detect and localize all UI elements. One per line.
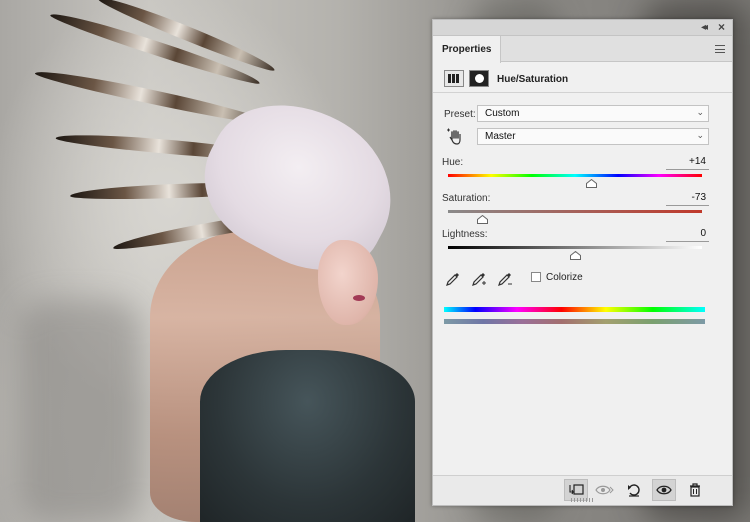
- eyedropper-icon[interactable]: [444, 270, 462, 288]
- double-chevron-right-icon[interactable]: ◂◂: [701, 22, 708, 33]
- properties-panel: ◂◂ × Properties Hue/Saturation Preset: C…: [432, 19, 733, 506]
- output-color-spectrum: [444, 319, 705, 324]
- trash-icon[interactable]: [683, 479, 707, 501]
- layer-mask-icon[interactable]: [469, 70, 489, 87]
- saturation-slider-track[interactable]: [448, 210, 702, 213]
- visibility-eye-icon[interactable]: [652, 479, 676, 501]
- colorize-checkbox[interactable]: [531, 272, 541, 282]
- lightness-label: Lightness:: [442, 229, 488, 240]
- preset-label: Preset:: [444, 109, 476, 120]
- panel-tab-bar: Properties: [433, 36, 732, 63]
- panel-menu-icon[interactable]: [715, 45, 725, 53]
- panel-resize-grip[interactable]: [571, 498, 593, 502]
- hue-saturation-adjustment-icon[interactable]: [444, 70, 464, 87]
- tab-properties-label: Properties: [442, 44, 492, 55]
- saturation-label: Saturation:: [442, 193, 491, 204]
- view-previous-state-icon[interactable]: [593, 479, 617, 501]
- reset-icon[interactable]: [622, 479, 646, 501]
- panel-title: Hue/Saturation: [497, 74, 569, 85]
- hue-value-field[interactable]: +14: [666, 156, 709, 170]
- targeted-adjustment-hand-icon[interactable]: [446, 128, 464, 146]
- lightness-value-field[interactable]: 0: [666, 228, 709, 242]
- channel-select[interactable]: Master ⌄: [477, 128, 709, 145]
- saturation-value-field[interactable]: -73: [666, 192, 709, 206]
- hue-label: Hue:: [442, 157, 464, 168]
- feather-garment: [200, 350, 415, 522]
- lightness-slider-thumb[interactable]: [569, 251, 581, 260]
- lightness-slider-track[interactable]: [448, 246, 702, 249]
- chevron-down-icon: ⌄: [696, 130, 704, 140]
- eyedropper-add-icon[interactable]: [470, 270, 488, 288]
- tab-properties[interactable]: Properties: [433, 36, 501, 63]
- colorize-label: Colorize: [546, 272, 583, 283]
- panel-title-bar[interactable]: ◂◂ ×: [433, 20, 732, 36]
- preset-select[interactable]: Custom ⌄: [477, 105, 709, 122]
- saturation-slider-thumb[interactable]: [476, 215, 488, 224]
- hue-slider-thumb[interactable]: [586, 179, 598, 188]
- preset-value: Custom: [485, 108, 520, 119]
- hue-slider-track[interactable]: [448, 174, 702, 177]
- eyedropper-subtract-icon[interactable]: [496, 270, 514, 288]
- channel-value: Master: [485, 131, 516, 142]
- input-color-spectrum: [444, 307, 705, 312]
- adjustment-header: Hue/Saturation: [433, 63, 732, 93]
- close-icon[interactable]: ×: [718, 20, 725, 34]
- chevron-down-icon: ⌄: [696, 107, 704, 117]
